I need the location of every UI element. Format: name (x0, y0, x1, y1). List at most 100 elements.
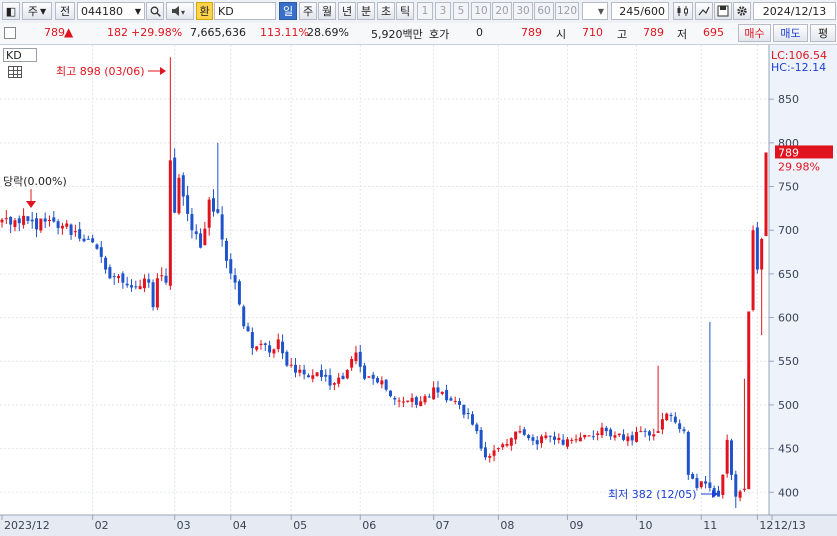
candle-icon[interactable] (673, 2, 693, 20)
window-icon[interactable]: ◧ (2, 2, 20, 20)
x-tick-label: 03 (177, 519, 191, 532)
stock-code-input[interactable]: 044180 ▼ (77, 2, 145, 20)
timeframe-second[interactable]: 초 (377, 2, 395, 20)
candle-body (194, 231, 198, 235)
candle-body (324, 374, 328, 377)
prev-button[interactable]: 전 (55, 2, 75, 20)
candle-body (56, 221, 60, 229)
gear-icon[interactable] (733, 2, 751, 20)
timeframe-year[interactable]: 년 (338, 2, 356, 20)
x-tick-label: 2023/12 (4, 519, 50, 532)
candle-body (186, 195, 190, 214)
candle-body (86, 238, 90, 240)
exchange-button[interactable]: 환 (196, 2, 213, 20)
y-tick-label: 500 (778, 399, 799, 412)
timeframe-minute[interactable]: 분 (357, 2, 375, 20)
table-grid-icon[interactable] (8, 66, 22, 78)
candle-body (35, 218, 39, 230)
interval-5[interactable]: 5 (453, 2, 469, 20)
search-icon[interactable] (146, 2, 164, 20)
candle-body (626, 436, 630, 442)
period-dropdown[interactable]: 주 ▼ (22, 2, 52, 20)
candle-body (557, 437, 561, 441)
timeframe-day[interactable]: 일 (279, 2, 297, 20)
candle-body (255, 346, 259, 350)
candle-body (203, 228, 207, 246)
candle-body (337, 377, 341, 384)
save-icon[interactable] (714, 2, 732, 20)
price-chart[interactable]: 400 450 500 550 600 650 700 750 800 850 2023/12 02… (0, 45, 837, 536)
y-tick-label: 700 (778, 224, 799, 237)
interval-20[interactable]: 20 (492, 2, 512, 20)
timeframe-month[interactable]: 월 (318, 2, 336, 20)
interval-10[interactable]: 10 (471, 2, 491, 20)
interval-3[interactable]: 3 (435, 2, 451, 20)
exchange-input[interactable]: KD (214, 2, 276, 20)
interval-60[interactable]: 60 (534, 2, 554, 20)
interval-30[interactable]: 30 (513, 2, 533, 20)
candle-body (622, 434, 626, 440)
count-display[interactable]: 245/600 (611, 2, 669, 20)
candle-body (380, 380, 384, 385)
candle-body (147, 279, 151, 283)
candle-body (82, 238, 86, 242)
start-annotation-text: 당락(0.00%) (3, 175, 67, 188)
speaker-icon[interactable]: ▾ (166, 2, 194, 20)
candle-body (509, 438, 513, 446)
candle-body (669, 414, 673, 417)
y-tick-label: 850 (778, 93, 799, 106)
candle-body (294, 364, 298, 373)
candle-body (466, 413, 470, 415)
indicator-label-box[interactable]: KD (3, 48, 37, 62)
draw-tool-icon[interactable] (695, 2, 713, 20)
checkbox-icon[interactable] (4, 27, 16, 39)
x-tick-label: 04 (233, 519, 247, 532)
candle-body (613, 435, 617, 438)
candle-body (112, 276, 116, 278)
candle-body (501, 444, 505, 448)
candle-body (60, 225, 64, 229)
interval-1[interactable]: 1 (417, 2, 433, 20)
candle-body (561, 439, 565, 445)
candle-body (26, 216, 30, 221)
candle-body (419, 401, 423, 407)
candle-body (117, 276, 121, 279)
chart-canvas[interactable]: 400450500550600650700750800850 2023/12 02… (0, 45, 837, 536)
up-arrow-icon: ▲ (64, 25, 74, 39)
buy-button[interactable]: 매수 (738, 24, 771, 42)
candle-body (643, 430, 647, 432)
timeframe-week[interactable]: 주 (299, 2, 317, 20)
date-input[interactable]: 2024/12/13 (753, 2, 836, 20)
candle-body (306, 375, 310, 378)
candle-body (505, 444, 509, 446)
current-price: 789 (44, 26, 65, 39)
hoga-value: 0 (476, 26, 483, 39)
candle-body (384, 379, 388, 390)
open-label: 시 (556, 28, 567, 41)
interval-dropdown[interactable]: ▼ (582, 2, 608, 20)
candle-body (17, 218, 21, 224)
candle-body (69, 224, 73, 235)
timeframe-tick[interactable]: 틱 (396, 2, 414, 20)
x-tick-label: 02 (95, 519, 109, 532)
candle-body (242, 306, 246, 327)
candle-body (734, 474, 738, 497)
candle-body (475, 424, 479, 432)
interval-120[interactable]: 120 (555, 2, 579, 20)
svg-text:▾: ▾ (181, 8, 185, 17)
sell-button[interactable]: 매도 (773, 24, 808, 42)
quote-bar: 789 ▲ 182 +29.98% 7,665,636 113.11% 28.6… (0, 23, 837, 45)
x-tick-label: 12 (759, 519, 773, 532)
candle-body (358, 351, 362, 367)
candle-body (665, 413, 669, 421)
candle-body (233, 275, 237, 283)
chart-toolbar: ◧ 주 ▼ 전 044180 ▼ ▾ 환 KD 일 주 월 년 분 초 틱 1 3… (0, 0, 837, 24)
candle-body (190, 214, 194, 231)
average-button[interactable]: 평 (810, 24, 836, 42)
candle-body (699, 481, 703, 488)
candle-body (388, 390, 392, 397)
x-tick-label: 10 (639, 519, 653, 532)
candle-body (440, 391, 444, 394)
low-value: 695 (703, 26, 724, 39)
candle-body (91, 238, 95, 243)
